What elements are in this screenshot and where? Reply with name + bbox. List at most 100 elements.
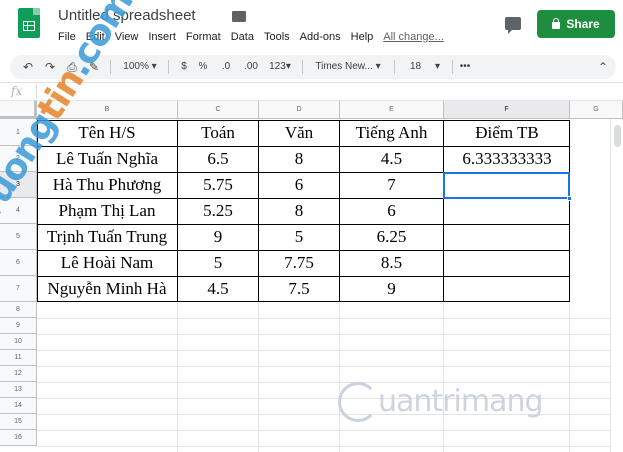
zoom-select[interactable]: 100% ▾ bbox=[120, 55, 160, 79]
column-header-b[interactable]: B bbox=[37, 101, 178, 119]
toolbar-divider bbox=[452, 60, 453, 74]
row-header-16[interactable]: 16 bbox=[0, 430, 37, 446]
chevron-down-icon: ▾ bbox=[435, 61, 441, 72]
cell-e6[interactable]: 8.5 bbox=[340, 253, 443, 273]
vertical-scrollbar[interactable] bbox=[610, 119, 623, 452]
column-header-e[interactable]: E bbox=[340, 101, 444, 119]
more-formats-select[interactable]: 123▾ bbox=[266, 55, 294, 79]
document-title[interactable]: Untitled spreadsheet bbox=[58, 7, 196, 24]
menu-view[interactable]: View bbox=[115, 31, 139, 47]
active-cell-selection[interactable] bbox=[443, 172, 570, 199]
menu-file[interactable]: File bbox=[58, 31, 76, 47]
currency-button[interactable]: $ bbox=[178, 55, 190, 79]
menu-data[interactable]: Data bbox=[231, 31, 254, 47]
row-header-9[interactable]: 9 bbox=[0, 318, 37, 334]
scrollbar-thumb[interactable] bbox=[614, 125, 621, 147]
cell-c3[interactable]: 5.75 bbox=[178, 175, 258, 195]
font-size-select[interactable]: 18 ▾ bbox=[402, 55, 448, 79]
cell-b3[interactable]: Hà Thu Phương bbox=[37, 175, 177, 195]
redo-icon[interactable]: ↷ bbox=[42, 55, 58, 79]
last-edit-link[interactable]: All change... bbox=[383, 31, 444, 47]
cell-c1[interactable]: Toán bbox=[178, 123, 258, 143]
formula-bar: fx bbox=[0, 82, 623, 101]
cell-e1[interactable]: Tiếng Anh bbox=[340, 123, 443, 143]
cell-d2[interactable]: 8 bbox=[259, 149, 339, 169]
chevron-down-icon: ▾ bbox=[375, 61, 381, 72]
increase-decimal-button[interactable]: .00 bbox=[240, 55, 262, 79]
font-family-value: Times New... bbox=[315, 61, 373, 72]
cell-e3[interactable]: 7 bbox=[340, 175, 443, 195]
cell-c7[interactable]: 4.5 bbox=[178, 279, 258, 299]
sheets-logo-icon[interactable] bbox=[18, 8, 40, 38]
cell-c5[interactable]: 9 bbox=[178, 227, 258, 247]
cell-e5[interactable]: 6.25 bbox=[340, 227, 443, 247]
row-header-15[interactable]: 15 bbox=[0, 414, 37, 430]
table-rule bbox=[443, 120, 444, 302]
more-options-icon[interactable]: ••• bbox=[456, 55, 474, 79]
row-header-6[interactable]: 6 bbox=[0, 250, 37, 276]
row-header-10[interactable]: 10 bbox=[0, 334, 37, 350]
row-header-1[interactable]: 1 bbox=[0, 119, 37, 146]
cell-e2[interactable]: 4.5 bbox=[340, 149, 443, 169]
move-folder-icon[interactable] bbox=[232, 11, 246, 22]
share-button[interactable]: Share bbox=[537, 10, 615, 38]
undo-icon[interactable]: ↶ bbox=[20, 55, 36, 79]
print-icon[interactable]: ⎙ bbox=[64, 55, 80, 79]
cell-d7[interactable]: 7.5 bbox=[259, 279, 339, 299]
select-all-corner[interactable] bbox=[0, 101, 37, 119]
cell-d1[interactable]: Văn bbox=[259, 123, 339, 143]
font-family-select[interactable]: Times New... ▾ bbox=[310, 55, 386, 79]
row-header-2[interactable]: 2 bbox=[0, 146, 37, 172]
cell-f1[interactable]: Điểm TB bbox=[444, 123, 570, 143]
cell-d6[interactable]: 7.75 bbox=[259, 253, 339, 273]
menu-addons[interactable]: Add-ons bbox=[300, 31, 341, 47]
cell-area[interactable]: Tên H/S Toán Văn Tiếng Anh Điểm TB Lê Tu… bbox=[37, 119, 610, 452]
cell-b5[interactable]: Trịnh Tuấn Trung bbox=[37, 227, 177, 247]
cell-c4[interactable]: 5.25 bbox=[178, 201, 258, 221]
cell-d5[interactable]: 5 bbox=[259, 227, 339, 247]
row-header-5[interactable]: 5 bbox=[0, 224, 37, 250]
column-header-c[interactable]: C bbox=[178, 101, 259, 119]
cell-b1[interactable]: Tên H/S bbox=[37, 123, 177, 143]
row-header-13[interactable]: 13 bbox=[0, 382, 37, 398]
cell-b4[interactable]: Phạm Thị Lan bbox=[37, 201, 177, 221]
cell-b2[interactable]: Lê Tuấn Nghĩa bbox=[37, 149, 177, 169]
gridline bbox=[37, 318, 610, 319]
fill-handle[interactable] bbox=[567, 196, 572, 201]
column-header-f[interactable]: F bbox=[444, 101, 570, 119]
menu-edit[interactable]: Edit bbox=[86, 31, 105, 47]
row-header-7[interactable]: 7 bbox=[0, 276, 37, 302]
paint-format-icon[interactable]: ✎ bbox=[86, 55, 102, 79]
cell-b6[interactable]: Lê Hoài Nam bbox=[37, 253, 177, 273]
cell-d4[interactable]: 8 bbox=[259, 201, 339, 221]
cell-c2[interactable]: 6.5 bbox=[178, 149, 258, 169]
gridline bbox=[37, 446, 610, 447]
cell-b7[interactable]: Nguyễn Minh Hà bbox=[37, 279, 177, 299]
row-header-12[interactable]: 12 bbox=[0, 366, 37, 382]
google-sheets-window: Untitled spreadsheet File Edit View Inse… bbox=[0, 0, 623, 452]
more-formats-label: 123 bbox=[269, 61, 286, 72]
row-header-8[interactable]: 8 bbox=[0, 302, 37, 318]
table-rule bbox=[37, 276, 570, 277]
collapse-toolbar-icon[interactable]: ⌃ bbox=[596, 55, 610, 79]
column-header-d[interactable]: D bbox=[259, 101, 340, 119]
column-header-g[interactable]: G bbox=[570, 101, 623, 119]
comment-history-icon[interactable] bbox=[505, 17, 521, 34]
cell-f2[interactable]: 6.333333333 bbox=[444, 149, 570, 169]
decrease-decimal-button[interactable]: .0 bbox=[218, 55, 234, 79]
menu-format[interactable]: Format bbox=[186, 31, 221, 47]
font-size-value: 18 bbox=[409, 61, 422, 72]
menu-help[interactable]: Help bbox=[351, 31, 374, 47]
cell-c6[interactable]: 5 bbox=[178, 253, 258, 273]
formula-input[interactable] bbox=[42, 85, 612, 99]
cell-d3[interactable]: 6 bbox=[259, 175, 339, 195]
row-header-3[interactable]: 3 bbox=[0, 172, 37, 198]
menu-tools[interactable]: Tools bbox=[264, 31, 290, 47]
row-header-14[interactable]: 14 bbox=[0, 398, 37, 414]
cell-e7[interactable]: 9 bbox=[340, 279, 443, 299]
percent-button[interactable]: % bbox=[196, 55, 210, 79]
row-header-4[interactable]: 4 bbox=[0, 198, 37, 224]
cell-e4[interactable]: 6 bbox=[340, 201, 443, 221]
row-header-11[interactable]: 11 bbox=[0, 350, 37, 366]
menu-insert[interactable]: Insert bbox=[148, 31, 176, 47]
